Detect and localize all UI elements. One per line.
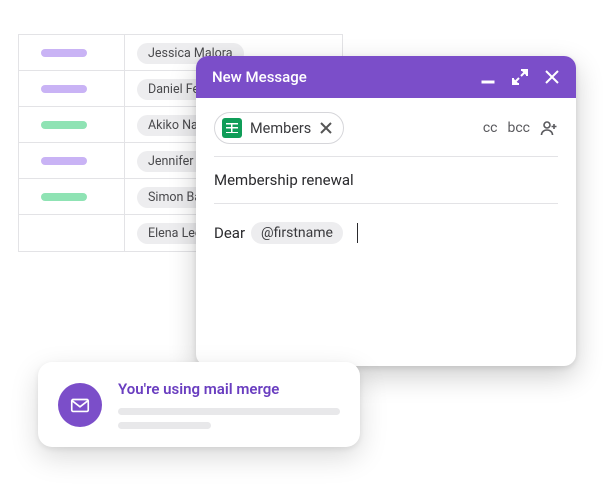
text-cursor [357,223,358,243]
body-text: Dear [214,224,245,242]
expand-icon[interactable] [512,69,528,85]
placeholder-line [118,422,211,429]
recipient-chip-members[interactable]: Members [214,112,344,144]
status-bar [41,193,87,201]
status-cell [19,71,125,106]
merge-field-firstname[interactable]: @firstname [251,222,343,244]
compose-header: New Message [196,56,576,98]
cc-button[interactable]: cc [483,120,498,136]
status-cell [19,35,125,70]
status-bar [41,121,87,129]
status-cell [19,215,125,251]
bcc-button[interactable]: bcc [507,120,530,136]
notice-title: You're using mail merge [118,380,340,398]
remove-recipient-icon[interactable] [319,121,333,135]
sheets-icon [222,118,242,138]
recipient-chip-label: Members [250,120,311,137]
compose-title: New Message [212,68,480,86]
status-cell [19,107,125,142]
status-bar [41,157,87,165]
add-contact-icon[interactable] [540,119,558,137]
mail-merge-notice: You're using mail merge [38,362,360,447]
status-cell [19,179,125,214]
status-bar [41,85,87,93]
minimize-icon[interactable] [480,69,496,85]
message-body[interactable]: Dear @firstname [214,204,558,244]
compose-window: New Message Members cc bcc Membership re… [196,56,576,366]
placeholder-line [118,408,340,415]
mail-merge-icon [58,383,102,427]
close-icon[interactable] [544,69,560,85]
recipients-row[interactable]: Members cc bcc [214,112,558,157]
status-bar [41,49,87,57]
subject-field[interactable]: Membership renewal [214,157,558,204]
status-cell [19,143,125,178]
